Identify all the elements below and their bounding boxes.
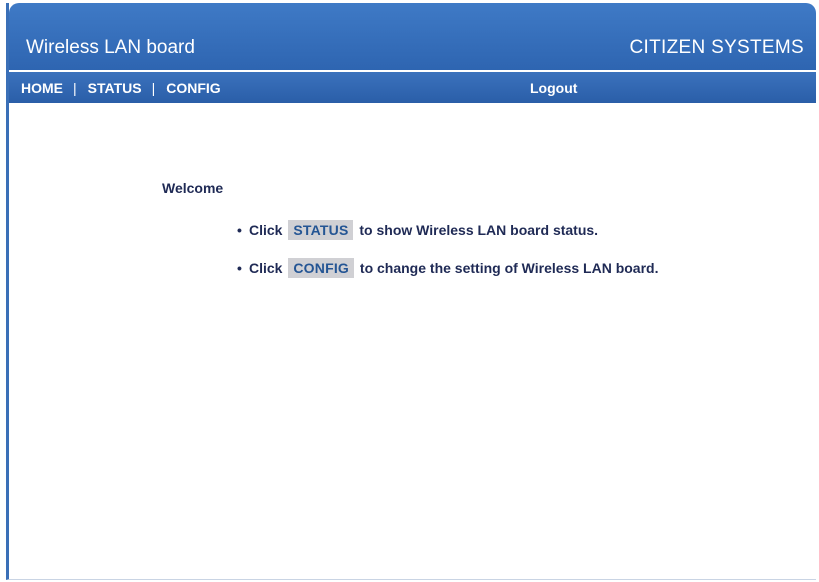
nav-config-link[interactable]: CONFIG — [166, 80, 220, 96]
bullet-icon: • — [237, 222, 242, 238]
logout-link[interactable]: Logout — [530, 80, 577, 96]
help-item-text: to show Wireless LAN board status. — [359, 222, 599, 238]
nav-separator: | — [73, 80, 77, 96]
nav-bar: HOME | STATUS | CONFIG Logout — [9, 72, 816, 103]
help-item-config: • Click CONFIG to change the setting of W… — [237, 258, 658, 278]
app-title: Wireless LAN board — [26, 37, 195, 58]
status-button[interactable]: STATUS — [288, 220, 354, 240]
nav-links: HOME | STATUS | CONFIG — [21, 80, 221, 96]
header-bar: Wireless LAN board CITIZEN SYSTEMS — [9, 3, 816, 70]
brand-name: CITIZEN SYSTEMS — [629, 37, 804, 58]
nav-separator: | — [151, 80, 156, 96]
help-list: • Click STATUS to show Wireless LAN board… — [237, 220, 658, 296]
help-item-prefix: Click — [249, 260, 283, 276]
nav-home-link[interactable]: HOME — [21, 80, 63, 96]
help-item-prefix: Click — [249, 222, 283, 238]
page-frame: Wireless LAN board CITIZEN SYSTEMS HOME |… — [6, 3, 816, 580]
config-button[interactable]: CONFIG — [288, 258, 355, 278]
bullet-icon: • — [237, 260, 242, 276]
nav-status-link[interactable]: STATUS — [88, 80, 142, 96]
help-item-status: • Click STATUS to show Wireless LAN board… — [237, 220, 658, 240]
help-item-text: to change the setting of Wireless LAN bo… — [359, 260, 659, 276]
welcome-heading: Welcome — [162, 180, 224, 196]
